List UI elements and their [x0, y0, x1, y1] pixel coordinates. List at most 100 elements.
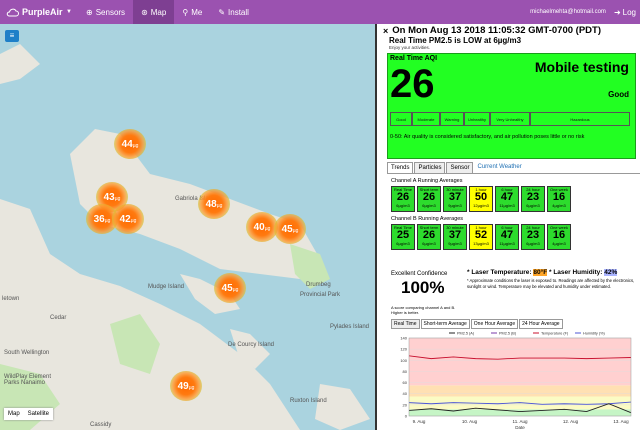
average-concentration: 11µg/m3 — [499, 203, 515, 208]
marker-unit: µg — [232, 286, 239, 293]
map-icon: ⊛ — [141, 7, 148, 17]
average-cell: 30 minute 37 9µg/m3 — [443, 186, 467, 212]
map-label: letown — [2, 296, 20, 302]
average-cell: Short term 26 6µg/m3 — [417, 186, 441, 212]
average-concentration: 6µg/m3 — [396, 203, 410, 208]
x-tick-label: 11. Aug — [513, 419, 528, 424]
average-cell: 24 hour 23 6µg/m3 — [521, 224, 545, 250]
map-type-control: Map Satellite — [4, 408, 54, 420]
map-label: Drumbeg — [306, 282, 331, 288]
map-view[interactable]: ≡ Gabriola Island Mudge Island De Courcy… — [0, 24, 375, 430]
channel-a-averages: Real Time 26 6µg/m3 Short term 26 6µg/m3 30 mi… — [391, 186, 640, 212]
marker-value: 40 — [253, 221, 265, 233]
average-concentration: 6µg/m3 — [526, 241, 540, 246]
marker-value: 48 — [205, 198, 217, 210]
aqi-scale-warning: Warning — [440, 112, 464, 126]
sensor-popup: × On Mon Aug 13 2018 11:05:32 GMT-0700 (… — [375, 24, 640, 430]
marker-unit: µg — [130, 217, 137, 224]
nav-item-install[interactable]: ✎ Install — [210, 0, 257, 24]
marker-unit: µg — [114, 195, 121, 202]
trend-chart: 0 20 40 60 80 100 120 140 9. Aug 10. Aug 11. Aug 12… — [400, 332, 632, 430]
nav-item-sensors[interactable]: ⊕ Sensors — [78, 0, 133, 24]
nav-item-map[interactable]: ⊛ Map — [133, 0, 175, 24]
marker-value: 36 — [93, 213, 105, 225]
nav-item-label: Sensors — [95, 7, 126, 17]
aqi-band — [409, 385, 631, 397]
tab-particles[interactable]: Particles — [414, 162, 446, 173]
legend-label: PM2.5 (A) — [457, 332, 475, 336]
map-type-satellite[interactable]: Satellite — [24, 408, 53, 420]
map-type-map[interactable]: Map — [4, 408, 24, 420]
average-concentration: 6µg/m3 — [396, 241, 410, 246]
sensor-marker[interactable]: 49 µg — [170, 371, 202, 401]
nav-item-label: Install — [228, 7, 249, 17]
aqi-value: 26 — [390, 62, 435, 106]
x-tick-label: 9. Aug — [413, 419, 426, 424]
sensor-marker[interactable]: 45 µg — [214, 273, 246, 303]
map-label: Ruxton Island — [290, 398, 327, 404]
average-value: 23 — [526, 191, 540, 203]
close-icon[interactable]: × — [383, 26, 388, 36]
average-value: 23 — [526, 229, 540, 241]
tab-trends[interactable]: Trends — [387, 162, 414, 173]
popup-tabs: Trends Particles Sensor Current Weather — [387, 162, 640, 174]
marker-value: 45 — [221, 282, 233, 294]
average-cell: Real Time 25 6µg/m3 — [391, 224, 415, 250]
average-value: 16 — [552, 229, 566, 241]
login-label: Log — [622, 7, 636, 17]
cloud-icon — [6, 8, 19, 16]
menu-button[interactable]: ≡ — [5, 30, 19, 42]
x-tick-label: 13. Aug — [613, 419, 629, 424]
x-axis-label: Date — [515, 425, 525, 430]
y-tick-label: 140 — [400, 336, 407, 341]
sensor-marker[interactable]: 45 µg — [274, 214, 306, 244]
average-concentration: 9µg/m3 — [448, 203, 462, 208]
sensor-marker[interactable]: 48 µg — [198, 189, 230, 219]
popup-title: On Mon Aug 13 2018 11:05:32 GMT-0700 (PD… — [392, 25, 601, 36]
average-concentration: 13µg/m3 — [473, 241, 489, 246]
marker-unit: µg — [216, 202, 223, 209]
aqi-description: 0-50: Air quality is considered satisfac… — [390, 134, 585, 140]
y-tick-label: 0 — [405, 414, 408, 419]
average-cell: 24 hour 23 6µg/m3 — [521, 186, 545, 212]
y-tick-label: 120 — [400, 347, 407, 352]
legend-label: Temperature (F) — [541, 332, 569, 336]
login-icon: ➜ — [613, 7, 621, 17]
chevron-down-icon[interactable]: ▼ — [66, 9, 78, 15]
wrench-icon: ✎ — [218, 7, 226, 17]
brand-name: PurpleAir — [22, 7, 63, 17]
tab-sensor[interactable]: Sensor — [446, 162, 474, 173]
laser-temp-value: 80°F — [533, 269, 548, 276]
nav-item-label: Me — [191, 7, 203, 17]
sensor-name: Mobile testing — [534, 59, 629, 75]
confidence-title: Excellent Confidence — [391, 271, 448, 277]
aqi-scale-good: Good — [390, 112, 412, 126]
average-cell: 6 hour 47 11µg/m3 — [495, 186, 519, 212]
marker-value: 43 — [103, 191, 115, 203]
user-email[interactable]: michaelmehta@hotmail.com — [530, 9, 614, 15]
average-cell: One week 16 4µg/m3 — [547, 224, 571, 250]
average-value: 47 — [500, 229, 514, 241]
average-value: 25 — [396, 229, 410, 241]
aqi-category: Good — [608, 90, 629, 99]
tab-current-weather[interactable]: Current Weather — [474, 162, 524, 173]
average-value: 26 — [422, 229, 436, 241]
map-label: Pylades Island — [330, 324, 370, 330]
sensor-marker[interactable]: 44 µg — [114, 129, 146, 159]
laser-humidity-value: 42% — [604, 269, 618, 276]
brand-logo[interactable]: PurpleAir — [0, 7, 66, 17]
average-value: 16 — [552, 191, 566, 203]
y-tick-label: 80 — [403, 369, 408, 374]
map-land — [0, 44, 370, 430]
average-concentration: 4µg/m3 — [552, 241, 566, 246]
average-concentration: 9µg/m3 — [448, 241, 462, 246]
aqi-scale-unhealthy: Unhealthy — [464, 112, 490, 126]
laser-block: * Laser Temperature: 80°F * Laser Humidi… — [467, 269, 639, 289]
sensor-marker[interactable]: 42 µg — [112, 204, 144, 234]
nav-item-me[interactable]: ⚲ Me — [174, 0, 210, 24]
average-value: 50 — [474, 191, 488, 203]
laser-humidity-label: * Laser Humidity: — [548, 269, 603, 276]
globe-icon: ⊕ — [86, 7, 93, 17]
average-value: 37 — [448, 191, 462, 203]
login-button[interactable]: ➜ Log — [614, 8, 640, 17]
